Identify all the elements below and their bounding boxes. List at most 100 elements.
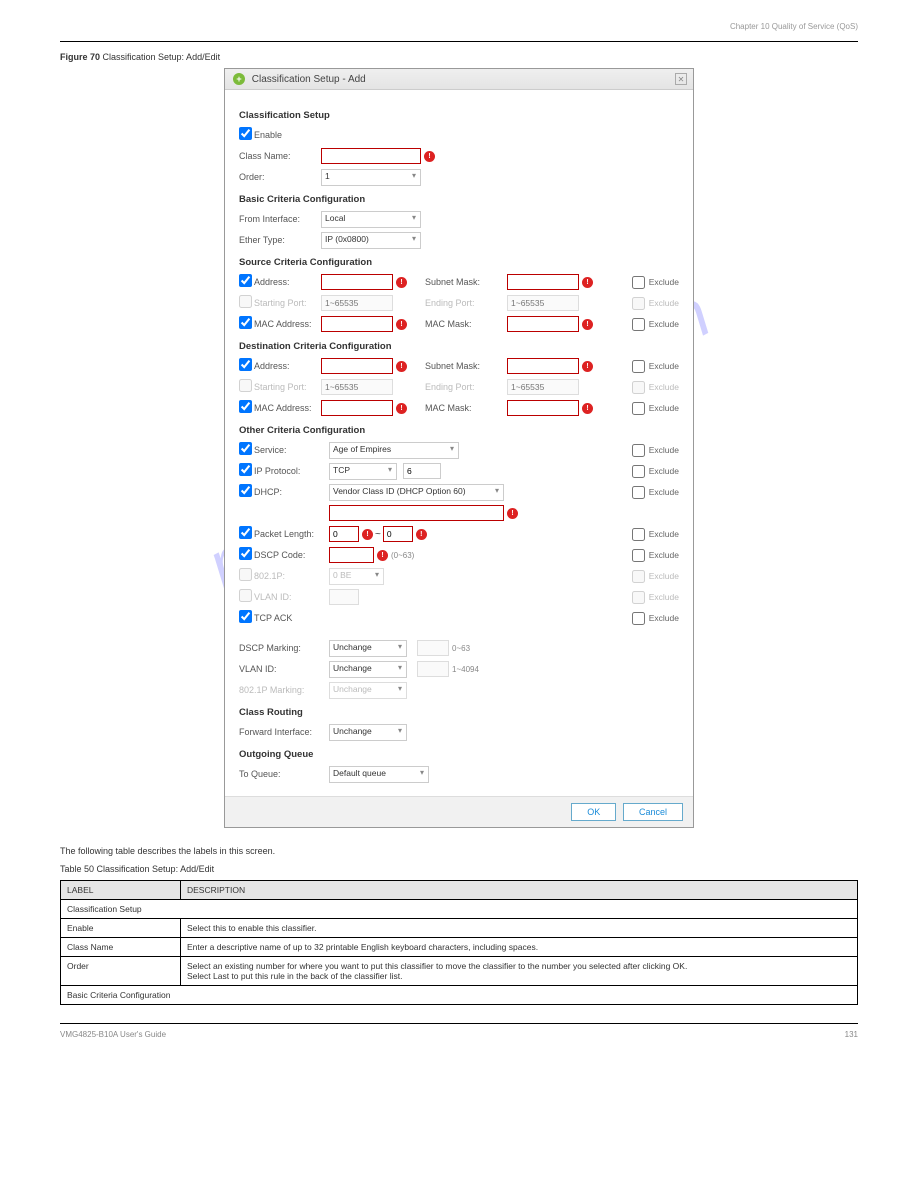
vlanid-input (329, 589, 359, 605)
src-address-chk[interactable] (239, 274, 252, 287)
src-subnet-input[interactable] (507, 274, 579, 290)
section-other-criteria: Other Criteria Configuration (239, 425, 679, 436)
table-cell-label: Enable (61, 919, 181, 938)
footer-pageno: 131 (845, 1030, 858, 1039)
src-addr-exclude-chk[interactable] (632, 276, 645, 289)
dscpcode-label: DSCP Code: (254, 550, 329, 560)
exclude-label: Exclude (649, 550, 679, 560)
exclude-label: Exclude (649, 466, 679, 476)
section-class-routing: Class Routing (239, 707, 679, 718)
vlanid-label: VLAN ID: (254, 592, 329, 602)
figure-caption: Figure 70 Classification Setup: Add/Edit (60, 52, 858, 62)
exclude-label: Exclude (649, 571, 679, 581)
dst-startport-input (321, 379, 393, 395)
table-cell-desc: Select an existing number for where you … (181, 957, 858, 986)
8021p-chk (239, 568, 252, 581)
error-icon: ! (582, 319, 593, 330)
dhcp-value-input[interactable] (329, 505, 504, 521)
exclude-label: Exclude (649, 613, 679, 623)
src-mac-input[interactable] (321, 316, 393, 332)
class-name-input[interactable] (321, 148, 421, 164)
exclude-label: Exclude (649, 361, 679, 371)
dst-macmask-input[interactable] (507, 400, 579, 416)
src-subnet-label: Subnet Mask: (425, 277, 507, 287)
error-icon: ! (507, 508, 518, 519)
exclude-label: Exclude (649, 445, 679, 455)
ok-button[interactable]: OK (571, 803, 616, 821)
order-label: Order: (239, 172, 321, 182)
pktlen-chk[interactable] (239, 526, 252, 539)
src-mac-label: MAC Address: (254, 319, 321, 329)
src-port-chk (239, 295, 252, 308)
ipproto-exclude-chk[interactable] (632, 465, 645, 478)
ipproto-num-input[interactable] (403, 463, 441, 479)
dst-addr-exclude-chk[interactable] (632, 360, 645, 373)
add-icon: + (233, 73, 245, 85)
pktlen-to-input[interactable] (383, 526, 413, 542)
error-icon: ! (396, 319, 407, 330)
error-icon: ! (416, 529, 427, 540)
dst-address-input[interactable] (321, 358, 393, 374)
dst-mac-exclude-chk[interactable] (632, 402, 645, 415)
dialog-title-text: Classification Setup - Add (252, 74, 366, 85)
service-label: Service: (254, 445, 329, 455)
src-mac-chk[interactable] (239, 316, 252, 329)
vlan-marking-select[interactable]: Unchange (329, 661, 407, 678)
dhcp-exclude-chk[interactable] (632, 486, 645, 499)
8021p-select: 0 BE (329, 568, 384, 585)
enable-checkbox[interactable] (239, 127, 252, 140)
tcpack-chk[interactable] (239, 610, 252, 623)
vlanid-chk (239, 589, 252, 602)
error-icon: ! (377, 550, 388, 561)
dscp-marking-select[interactable]: Unchange (329, 640, 407, 657)
error-icon: ! (582, 277, 593, 288)
dhcp-select[interactable]: Vendor Class ID (DHCP Option 60) (329, 484, 504, 501)
dhcp-label: DHCP: (254, 487, 329, 497)
src-address-input[interactable] (321, 274, 393, 290)
exclude-label: Exclude (649, 403, 679, 413)
section-classification-setup: Classification Setup (239, 110, 679, 121)
vlanid-exclude-chk (632, 591, 645, 604)
pktlen-from-input[interactable] (329, 526, 359, 542)
src-port-exclude-chk (632, 297, 645, 310)
order-select[interactable]: 1 (321, 169, 421, 186)
footer-left: VMG4825-B10A User's Guide (60, 1030, 166, 1039)
cancel-button[interactable]: Cancel (623, 803, 683, 821)
exclude-label: Exclude (649, 487, 679, 497)
src-macmask-input[interactable] (507, 316, 579, 332)
dscpcode-input[interactable] (329, 547, 374, 563)
ipproto-select[interactable]: TCP (329, 463, 397, 480)
service-select[interactable]: Age of Empires (329, 442, 459, 459)
dst-address-chk[interactable] (239, 358, 252, 371)
dialog-titlebar: + Classification Setup - Add ✕ (225, 69, 693, 90)
pktlen-exclude-chk[interactable] (632, 528, 645, 541)
dst-mac-input[interactable] (321, 400, 393, 416)
8021p-marking-select: Unchange (329, 682, 407, 699)
ipproto-chk[interactable] (239, 463, 252, 476)
description-table: LABEL DESCRIPTION Classification SetupEn… (60, 880, 858, 1005)
dst-subnet-label: Subnet Mask: (425, 361, 507, 371)
table-caption: Table 50 Classification Setup: Add/Edit (60, 864, 858, 874)
section-source-criteria: Source Criteria Configuration (239, 257, 679, 268)
dst-mac-chk[interactable] (239, 400, 252, 413)
dst-mac-label: MAC Address: (254, 403, 321, 413)
to-queue-select[interactable]: Default queue (329, 766, 429, 783)
tcpack-exclude-chk[interactable] (632, 612, 645, 625)
from-interface-select[interactable]: Local (321, 211, 421, 228)
dhcp-chk[interactable] (239, 484, 252, 497)
dst-subnet-input[interactable] (507, 358, 579, 374)
close-icon[interactable]: ✕ (675, 73, 687, 85)
src-address-label: Address: (254, 277, 321, 287)
dscpcode-chk[interactable] (239, 547, 252, 560)
dscpcode-exclude-chk[interactable] (632, 549, 645, 562)
service-chk[interactable] (239, 442, 252, 455)
section-dest-criteria: Destination Criteria Configuration (239, 341, 679, 352)
exclude-label: Exclude (649, 277, 679, 287)
chapter-label: Chapter 10 Quality of Service (QoS) (730, 22, 858, 31)
fwd-interface-select[interactable]: Unchange (329, 724, 407, 741)
class-name-label: Class Name: (239, 151, 321, 161)
ether-type-select[interactable]: IP (0x0800) (321, 232, 421, 249)
page-footer: VMG4825-B10A User's Guide 131 (60, 1023, 858, 1039)
src-mac-exclude-chk[interactable] (632, 318, 645, 331)
service-exclude-chk[interactable] (632, 444, 645, 457)
